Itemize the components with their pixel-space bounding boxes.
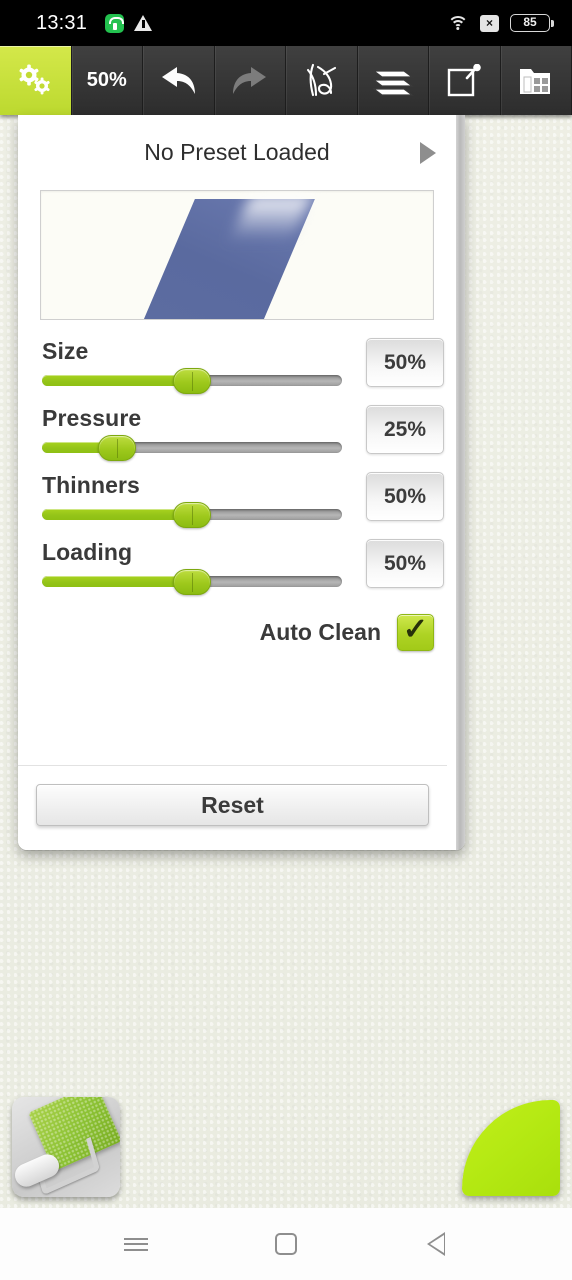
nav-back-button[interactable]: [361, 1232, 511, 1256]
slider-fill-thinners: [42, 509, 192, 520]
new-canvas-icon: [445, 63, 483, 98]
slider-label-loading: Loading: [42, 539, 133, 565]
layers-button[interactable]: [357, 46, 429, 115]
slider-thumb-pressure[interactable]: [98, 434, 136, 461]
battery-icon: 85: [510, 14, 554, 32]
panel-scrollbar[interactable]: [456, 115, 465, 850]
zoom-level-button[interactable]: 50%: [71, 46, 143, 115]
app-toolbar: 50%: [0, 46, 572, 115]
auto-clean-checkbox[interactable]: [397, 612, 434, 651]
slider-thumb-size[interactable]: [173, 367, 211, 394]
slider-row-size: Size 50%: [42, 338, 444, 394]
slider-thumb-thinners[interactable]: [173, 501, 211, 528]
android-nav-bar: [0, 1208, 572, 1280]
slider-value-loading[interactable]: 50%: [366, 539, 444, 588]
status-bar-clock: 13:31: [36, 11, 88, 34]
slider-track-thinners[interactable]: [42, 501, 342, 528]
redo-button[interactable]: [214, 46, 286, 115]
undo-button[interactable]: [143, 46, 215, 115]
settings-button[interactable]: [0, 46, 72, 115]
warning-icon: [134, 15, 153, 31]
health-app-icon: [105, 13, 125, 33]
play-triangle-icon[interactable]: [420, 141, 436, 164]
reset-section: Reset: [18, 765, 447, 850]
slider-row-pressure: Pressure 25%: [42, 405, 444, 461]
status-bar-notification-icons: [105, 13, 153, 33]
wifi-icon: [447, 15, 469, 31]
slider-fill-size: [42, 375, 192, 386]
app-screen: 13:31 × 85 50% No Preset Loaded Size 50%…: [0, 0, 572, 1280]
brushes-button[interactable]: [286, 46, 358, 115]
home-icon: [275, 1233, 297, 1255]
gallery-button[interactable]: [500, 46, 572, 115]
slider-value-thinners[interactable]: 50%: [366, 472, 444, 521]
reset-button[interactable]: Reset: [36, 784, 429, 826]
slider-value-size[interactable]: 50%: [366, 338, 444, 387]
nav-menu-button[interactable]: [61, 1234, 211, 1254]
undo-arrow-icon: [157, 65, 199, 97]
divider: [18, 765, 447, 766]
paintbrush-icon: [301, 62, 341, 100]
layers-icon: [371, 65, 415, 97]
back-icon: [427, 1232, 445, 1256]
nav-home-button[interactable]: [211, 1233, 361, 1255]
slider-track-loading[interactable]: [42, 568, 342, 595]
slider-label-thinners: Thinners: [42, 472, 140, 498]
slider-row-thinners: Thinners 50%: [42, 472, 444, 528]
slider-thumb-loading[interactable]: [173, 568, 211, 595]
gallery-folder-icon: [517, 64, 555, 98]
slider-row-loading: Loading 50%: [42, 539, 444, 595]
no-sim-icon: ×: [480, 14, 499, 32]
zoom-level-label: 50%: [86, 69, 127, 91]
status-bar: 13:31 × 85: [0, 0, 572, 46]
slider-value-pressure[interactable]: 25%: [366, 405, 444, 454]
gears-icon: [15, 64, 55, 98]
slider-track-size[interactable]: [42, 367, 342, 394]
new-canvas-button[interactable]: [429, 46, 501, 115]
slider-fill-loading: [42, 576, 192, 587]
redo-arrow-icon: [229, 65, 271, 97]
preset-row[interactable]: No Preset Loaded: [18, 115, 456, 190]
auto-clean-label: Auto Clean: [259, 619, 381, 645]
brush-settings-panel: No Preset Loaded Size 50% Pressure 25% T…: [18, 115, 465, 850]
brush-settings-content: No Preset Loaded Size 50% Pressure 25% T…: [18, 115, 456, 850]
brush-stroke-preview: [40, 190, 434, 320]
auto-clean-row: Auto Clean: [18, 612, 434, 651]
slider-track-pressure[interactable]: [42, 434, 342, 461]
status-bar-system-icons: × 85: [447, 14, 554, 32]
paint-roller-icon[interactable]: [12, 1097, 120, 1197]
slider-label-size: Size: [42, 338, 89, 364]
menu-icon: [124, 1234, 148, 1254]
preset-title: No Preset Loaded: [144, 139, 330, 165]
color-swatch[interactable]: [462, 1100, 560, 1196]
slider-label-pressure: Pressure: [42, 405, 142, 431]
